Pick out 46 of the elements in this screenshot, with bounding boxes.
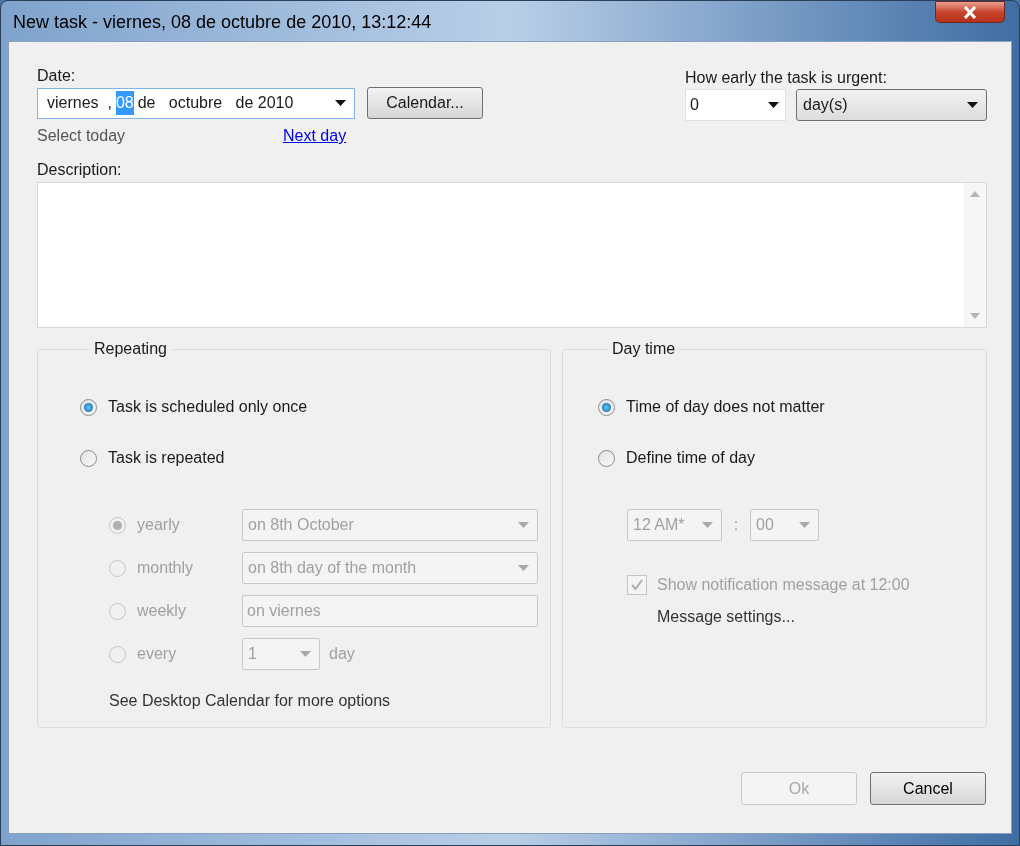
scrollbar[interactable] (964, 183, 986, 327)
radio-button[interactable] (80, 449, 97, 467)
time-separator: : (732, 515, 740, 535)
radio-label: Task is scheduled only once (108, 397, 308, 417)
message-settings-link[interactable]: Message settings... (657, 605, 795, 629)
caret-icon (768, 102, 779, 108)
caret-icon (335, 100, 346, 106)
select-today-text: Select today (37, 126, 127, 146)
checkbox-label: Show notification message at 12:00 (657, 575, 910, 595)
radio-label: Define time of day (626, 448, 755, 468)
unit-label: day (329, 644, 355, 664)
radio-button[interactable] (80, 398, 97, 416)
radio-label: Task is repeated (108, 448, 225, 468)
caret-icon (702, 522, 713, 528)
radio-label: Time of day does not matter (626, 397, 825, 417)
caret-icon (967, 102, 978, 108)
description-label: Description: (37, 160, 123, 178)
radio-label: monthly (137, 558, 194, 578)
date-picker[interactable]: viernes , 08 de octubre de 2010 (37, 87, 355, 119)
caret-icon (300, 651, 311, 657)
group-title: Repeating (93, 339, 168, 359)
radio-label: yearly (137, 515, 180, 535)
close-button[interactable] (935, 1, 1005, 23)
radio-label: weekly (137, 601, 186, 621)
caret-icon (799, 522, 810, 528)
scroll-down-icon[interactable] (970, 313, 980, 319)
more-options-note: See Desktop Calendar for more options (108, 691, 392, 711)
group-title: Day time (611, 339, 677, 359)
date-part[interactable]: de octubre de 2010 (137, 91, 294, 115)
next-day-link[interactable]: Next day (283, 124, 347, 148)
date-part[interactable]: viernes , (47, 91, 112, 115)
urgency-label: How early the task is urgent: (685, 68, 888, 86)
scroll-up-icon[interactable] (970, 191, 980, 197)
calendar-button[interactable]: Calendar... (367, 87, 483, 119)
radio-button[interactable] (598, 398, 615, 416)
amount-dropdown[interactable]: 0 (685, 89, 786, 121)
description-field[interactable] (37, 182, 987, 328)
dialog-button[interactable]: Cancel (870, 772, 986, 805)
window-title: New task - viernes, 08 de octubre de 2010, 13:12:44 (13, 11, 432, 34)
close-icon (963, 5, 977, 19)
radio-button[interactable] (598, 449, 615, 467)
caret-icon (518, 522, 529, 528)
date-label: Date: (37, 66, 77, 84)
radio-label: every (137, 644, 177, 664)
unit-dropdown[interactable]: day(s) (796, 89, 987, 121)
caret-icon (518, 565, 529, 571)
